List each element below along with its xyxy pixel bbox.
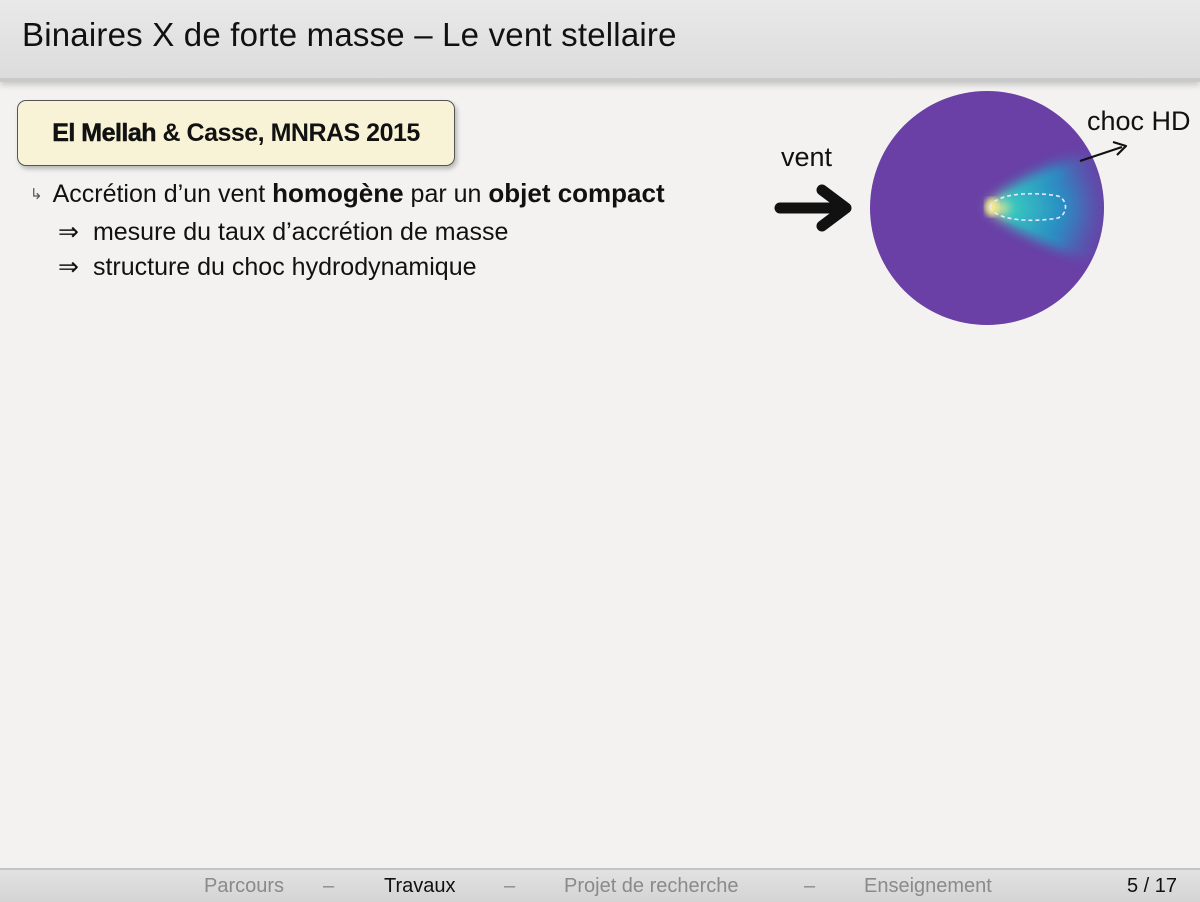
nav-separator: – xyxy=(323,875,335,897)
main-bullet: ↳ Accrétion d’un vent homogène par un ob… xyxy=(30,176,665,215)
navigation-bar: Parcours – Travaux – Projet de recherche… xyxy=(0,868,1200,902)
page-number: 5 / 17 xyxy=(1127,875,1178,897)
nav-item-projet-de-recherche[interactable]: Projet de recherche xyxy=(564,875,739,898)
label-wind: vent xyxy=(781,142,833,172)
nav-item-parcours[interactable]: Parcours xyxy=(204,875,284,898)
wind-arrow-icon xyxy=(774,184,852,232)
nav-separator: – xyxy=(804,875,816,897)
reference-box: El Mellah & Casse, MNRAS 2015 xyxy=(17,100,455,166)
hook-arrow-icon: ↳ xyxy=(30,186,43,203)
implies-icon: ⇒ xyxy=(58,218,79,246)
nav-item-travaux[interactable]: Travaux xyxy=(384,875,456,898)
sub-bullet-2: ⇒ structure du choc hydrodynamique xyxy=(58,253,477,281)
reference-authors: El Mellah xyxy=(52,118,157,147)
slide-title: Binaires X de forte masse – Le vent stel… xyxy=(22,16,677,53)
nav-item-enseignement[interactable]: Enseignement xyxy=(864,875,992,898)
slide-header: Binaires X de forte masse – Le vent stel… xyxy=(0,0,1200,82)
implies-icon: ⇒ xyxy=(58,253,79,281)
reference-rest: & Casse, MNRAS 2015 xyxy=(156,118,421,147)
bullet-text: Accrétion d’un vent homogène par un obje… xyxy=(52,178,665,208)
nav-separator: – xyxy=(504,875,516,897)
label-shock: choc HD xyxy=(1087,106,1191,136)
bullet-list: ↳ Accrétion d’un vent homogène par un ob… xyxy=(30,176,665,285)
sub-bullet-1: ⇒ mesure du taux d’accrétion de masse xyxy=(58,218,509,246)
